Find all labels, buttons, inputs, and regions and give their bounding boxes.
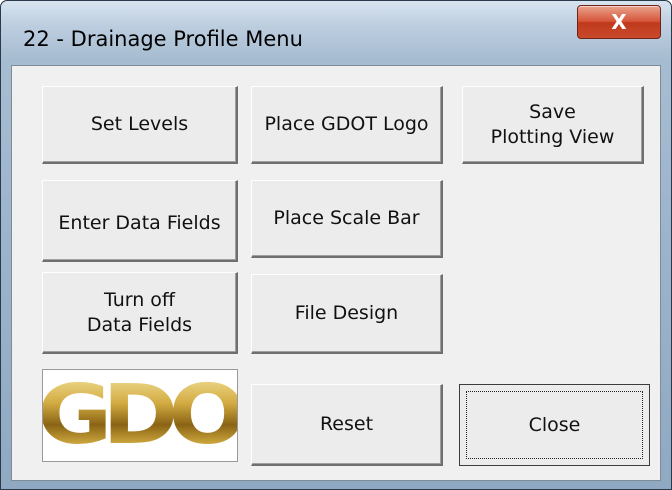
close-button[interactable]: Close: [459, 384, 650, 466]
turn-off-data-fields-button[interactable]: Turn off Data Fields: [42, 272, 238, 354]
gdot-logo: GDOT: [42, 369, 238, 462]
title-bar[interactable]: 22 - Drainage Profile Menu X: [1, 1, 671, 58]
set-levels-label: Set Levels: [90, 113, 189, 135]
save-plotting-view-button[interactable]: Save Plotting View: [462, 86, 644, 164]
place-gdot-logo-button[interactable]: Place GDOT Logo: [251, 86, 443, 164]
focus-rectangle: Close: [466, 391, 643, 459]
close-icon: X: [611, 10, 627, 34]
reset-button[interactable]: Reset: [251, 384, 443, 466]
set-levels-button[interactable]: Set Levels: [42, 86, 238, 164]
enter-data-fields-label: Enter Data Fields: [58, 212, 221, 234]
reset-label: Reset: [319, 413, 374, 435]
place-scale-bar-label: Place Scale Bar: [273, 207, 420, 229]
dialog-client-area: Set Levels Place GDOT Logo Save Plotting…: [11, 65, 661, 481]
file-design-label: File Design: [294, 302, 399, 324]
turn-off-data-fields-label: Turn off Data Fields: [86, 288, 193, 336]
window-title: 22 - Drainage Profile Menu: [23, 27, 303, 51]
enter-data-fields-button[interactable]: Enter Data Fields: [42, 180, 238, 262]
dialog-window: 22 - Drainage Profile Menu X Set Levels …: [0, 0, 672, 490]
window-close-button[interactable]: X: [577, 5, 661, 39]
place-scale-bar-button[interactable]: Place Scale Bar: [251, 180, 443, 258]
gdot-logo-text: GDOT: [43, 372, 237, 460]
close-label: Close: [528, 413, 581, 436]
save-plotting-view-label: Save Plotting View: [490, 100, 615, 148]
file-design-button[interactable]: File Design: [251, 274, 443, 354]
place-gdot-logo-label: Place GDOT Logo: [264, 113, 429, 135]
